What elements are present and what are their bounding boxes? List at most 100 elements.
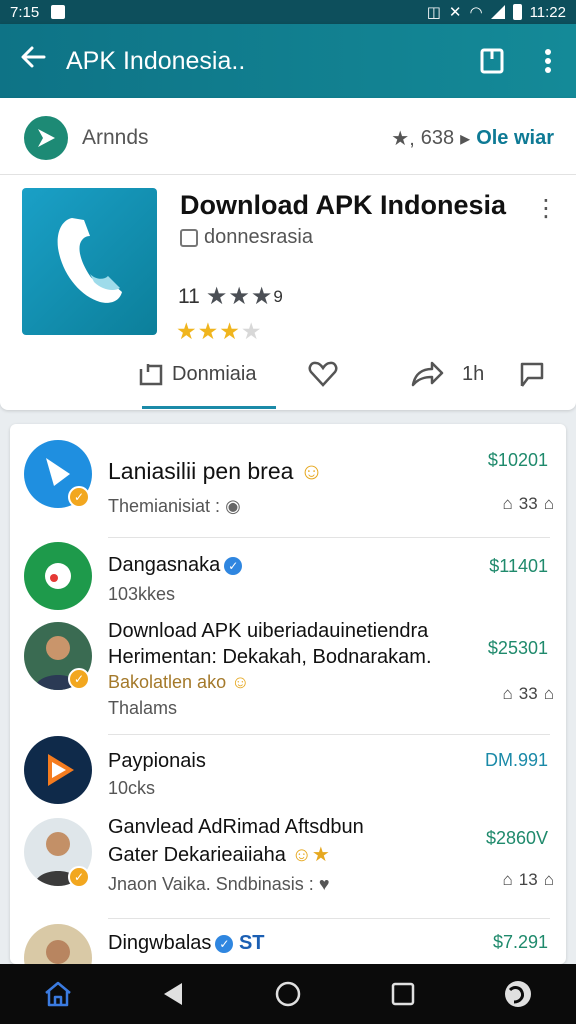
rating-stars-icon: ★★★	[205, 283, 274, 310]
heart-badge-icon: ♥	[318, 874, 330, 894]
item-meta: ⌂ 33 ⌂	[503, 684, 554, 704]
bookmark-icon[interactable]: ⌂	[544, 870, 554, 890]
verified-icon: ✓	[224, 556, 243, 575]
phone-icon	[57, 217, 122, 303]
avatar	[24, 924, 92, 964]
item-title: Dingwbalas ✓ ST	[108, 932, 265, 954]
divider	[108, 918, 550, 919]
brand-logo	[24, 116, 68, 160]
download-icon	[139, 364, 163, 386]
star-icon: ★,	[391, 127, 415, 150]
item-meta: ⌂ 13 ⌂	[503, 870, 554, 890]
item-price: $11401	[489, 556, 548, 576]
brand-name: Arnnds	[82, 126, 149, 149]
verified-icon: ✓	[215, 934, 234, 953]
emoji-icon: ☺	[299, 458, 324, 484]
share-icon	[411, 361, 444, 387]
save-button[interactable]	[516, 354, 546, 394]
developer-icon	[180, 228, 198, 247]
brand-rating: 638	[420, 126, 455, 149]
share-button[interactable]: 1h	[410, 354, 484, 394]
nfc-icon: ✕	[448, 4, 462, 21]
rating-count: 11	[178, 284, 200, 308]
app-logo-icon	[45, 563, 71, 589]
item-title: Laniasilii pen brea ☺	[108, 458, 324, 484]
item-count: 33	[518, 494, 538, 513]
app-bar: APK Indonesia..	[0, 24, 576, 98]
brand-row: Arnnds ★, 638 ▸ Ole wiar	[24, 116, 554, 160]
chevron-right-icon: ▸	[460, 127, 471, 150]
list-item[interactable]: Dingwbalas ✓ ST $7.291	[10, 920, 566, 964]
status-bar: 7:15 ◫ ✕ ◠ 11:22	[0, 0, 576, 24]
status-time-right: 11:22	[529, 3, 566, 21]
item-subtitle: Jnaon Vaika. Sndbinasis : ♥	[108, 874, 330, 894]
avatar	[24, 736, 92, 804]
app-bar-title: APK Indonesia..	[66, 46, 246, 75]
flag-icon	[520, 362, 544, 387]
play-icon	[48, 754, 74, 786]
list-item[interactable]: ✓ Download APK uiberiadauinetiendra Heri…	[10, 618, 566, 730]
assistant-icon	[505, 981, 532, 1007]
view-link[interactable]: Ole wiar	[476, 127, 554, 150]
item-tagline: Bakolatlen ako ☺	[108, 672, 250, 692]
app-more-button[interactable]: ⋮	[534, 194, 558, 223]
list-item[interactable]: ✓ Laniasilii pen brea ☺ Themianisiat : ◉…	[10, 424, 566, 536]
user-rating-stars[interactable]: ★★★★	[176, 318, 262, 345]
home-circle-icon	[275, 981, 301, 1007]
item-count: 33	[518, 684, 538, 703]
download-label: Donmiaia	[172, 362, 257, 385]
status-time-left: 7:15	[10, 3, 40, 21]
check-badge-icon: ✓	[68, 668, 90, 690]
nav-home-button[interactable]	[258, 969, 318, 1019]
item-count: 13	[518, 870, 538, 889]
heart-icon	[308, 361, 338, 387]
nav-back-button[interactable]	[143, 969, 203, 1019]
vibrate-icon: ◫	[426, 4, 441, 21]
item-price: DM.991	[484, 750, 548, 770]
bookmark-icon[interactable]: ⌂	[544, 494, 554, 514]
list-item[interactable]: ✓ Ganvlead AdRimad Aftsdbun Gater Dekari…	[10, 816, 566, 916]
item-subtitle: 103kkes	[108, 584, 176, 604]
like-icon[interactable]: ⌂	[503, 684, 513, 704]
divider	[0, 174, 576, 175]
item-price: $2860V	[485, 828, 548, 848]
recents-square-icon	[391, 982, 415, 1006]
tab-indicator	[142, 406, 276, 409]
share-count: 1h	[462, 362, 485, 385]
item-subtitle: Thalams	[108, 698, 178, 718]
item-subtitle: 10cks	[108, 778, 156, 798]
like-icon[interactable]: ⌂	[503, 870, 513, 890]
system-nav-bar	[0, 964, 576, 1024]
favorite-button[interactable]	[308, 354, 338, 394]
rating-suffix: 9	[273, 286, 283, 306]
like-icon[interactable]: ⌂	[503, 494, 513, 514]
signal-icon	[490, 5, 505, 19]
item-meta: ⌂ 33 ⌂	[503, 494, 554, 514]
bookmark-button[interactable]	[464, 47, 520, 75]
item-price: $7.291	[492, 932, 548, 952]
download-button[interactable]: Donmiaia	[138, 354, 256, 394]
globe-icon: ◉	[225, 496, 241, 516]
developer-name[interactable]: donnesrasia	[204, 226, 313, 249]
battery-icon	[512, 4, 522, 20]
list-item[interactable]: Dangasnaka ✓ 103kkes $11401	[10, 538, 566, 618]
app-list: ✓ Laniasilii pen brea ☺ Themianisiat : ◉…	[10, 424, 566, 964]
back-button[interactable]	[0, 44, 66, 78]
emoji-icon: ☺	[231, 672, 250, 692]
home-tab-button[interactable]	[28, 969, 88, 1019]
overflow-menu-button[interactable]	[520, 48, 576, 74]
check-badge-icon: ✓	[68, 866, 90, 888]
app-title: Download APK Indonesia	[180, 190, 507, 220]
nav-recents-button[interactable]	[373, 969, 433, 1019]
divider	[108, 734, 550, 735]
app-detail-card: Arnnds ★, 638 ▸ Ole wiar Download APK In…	[0, 98, 576, 410]
notification-icon	[51, 5, 66, 19]
item-title: Dangasnaka ✓	[108, 554, 243, 577]
assistant-button[interactable]	[488, 969, 548, 1019]
bookmark-icon[interactable]: ⌂	[544, 684, 554, 704]
item-title: Ganvlead AdRimad Aftsdbun	[108, 816, 364, 838]
item-price: $10201	[487, 450, 548, 470]
list-item[interactable]: Paypionais 10cks DM.991	[10, 736, 566, 816]
bookmark-icon	[480, 48, 504, 74]
item-title-line2: Gater Dekarieaiiaha ☺★	[108, 844, 330, 866]
